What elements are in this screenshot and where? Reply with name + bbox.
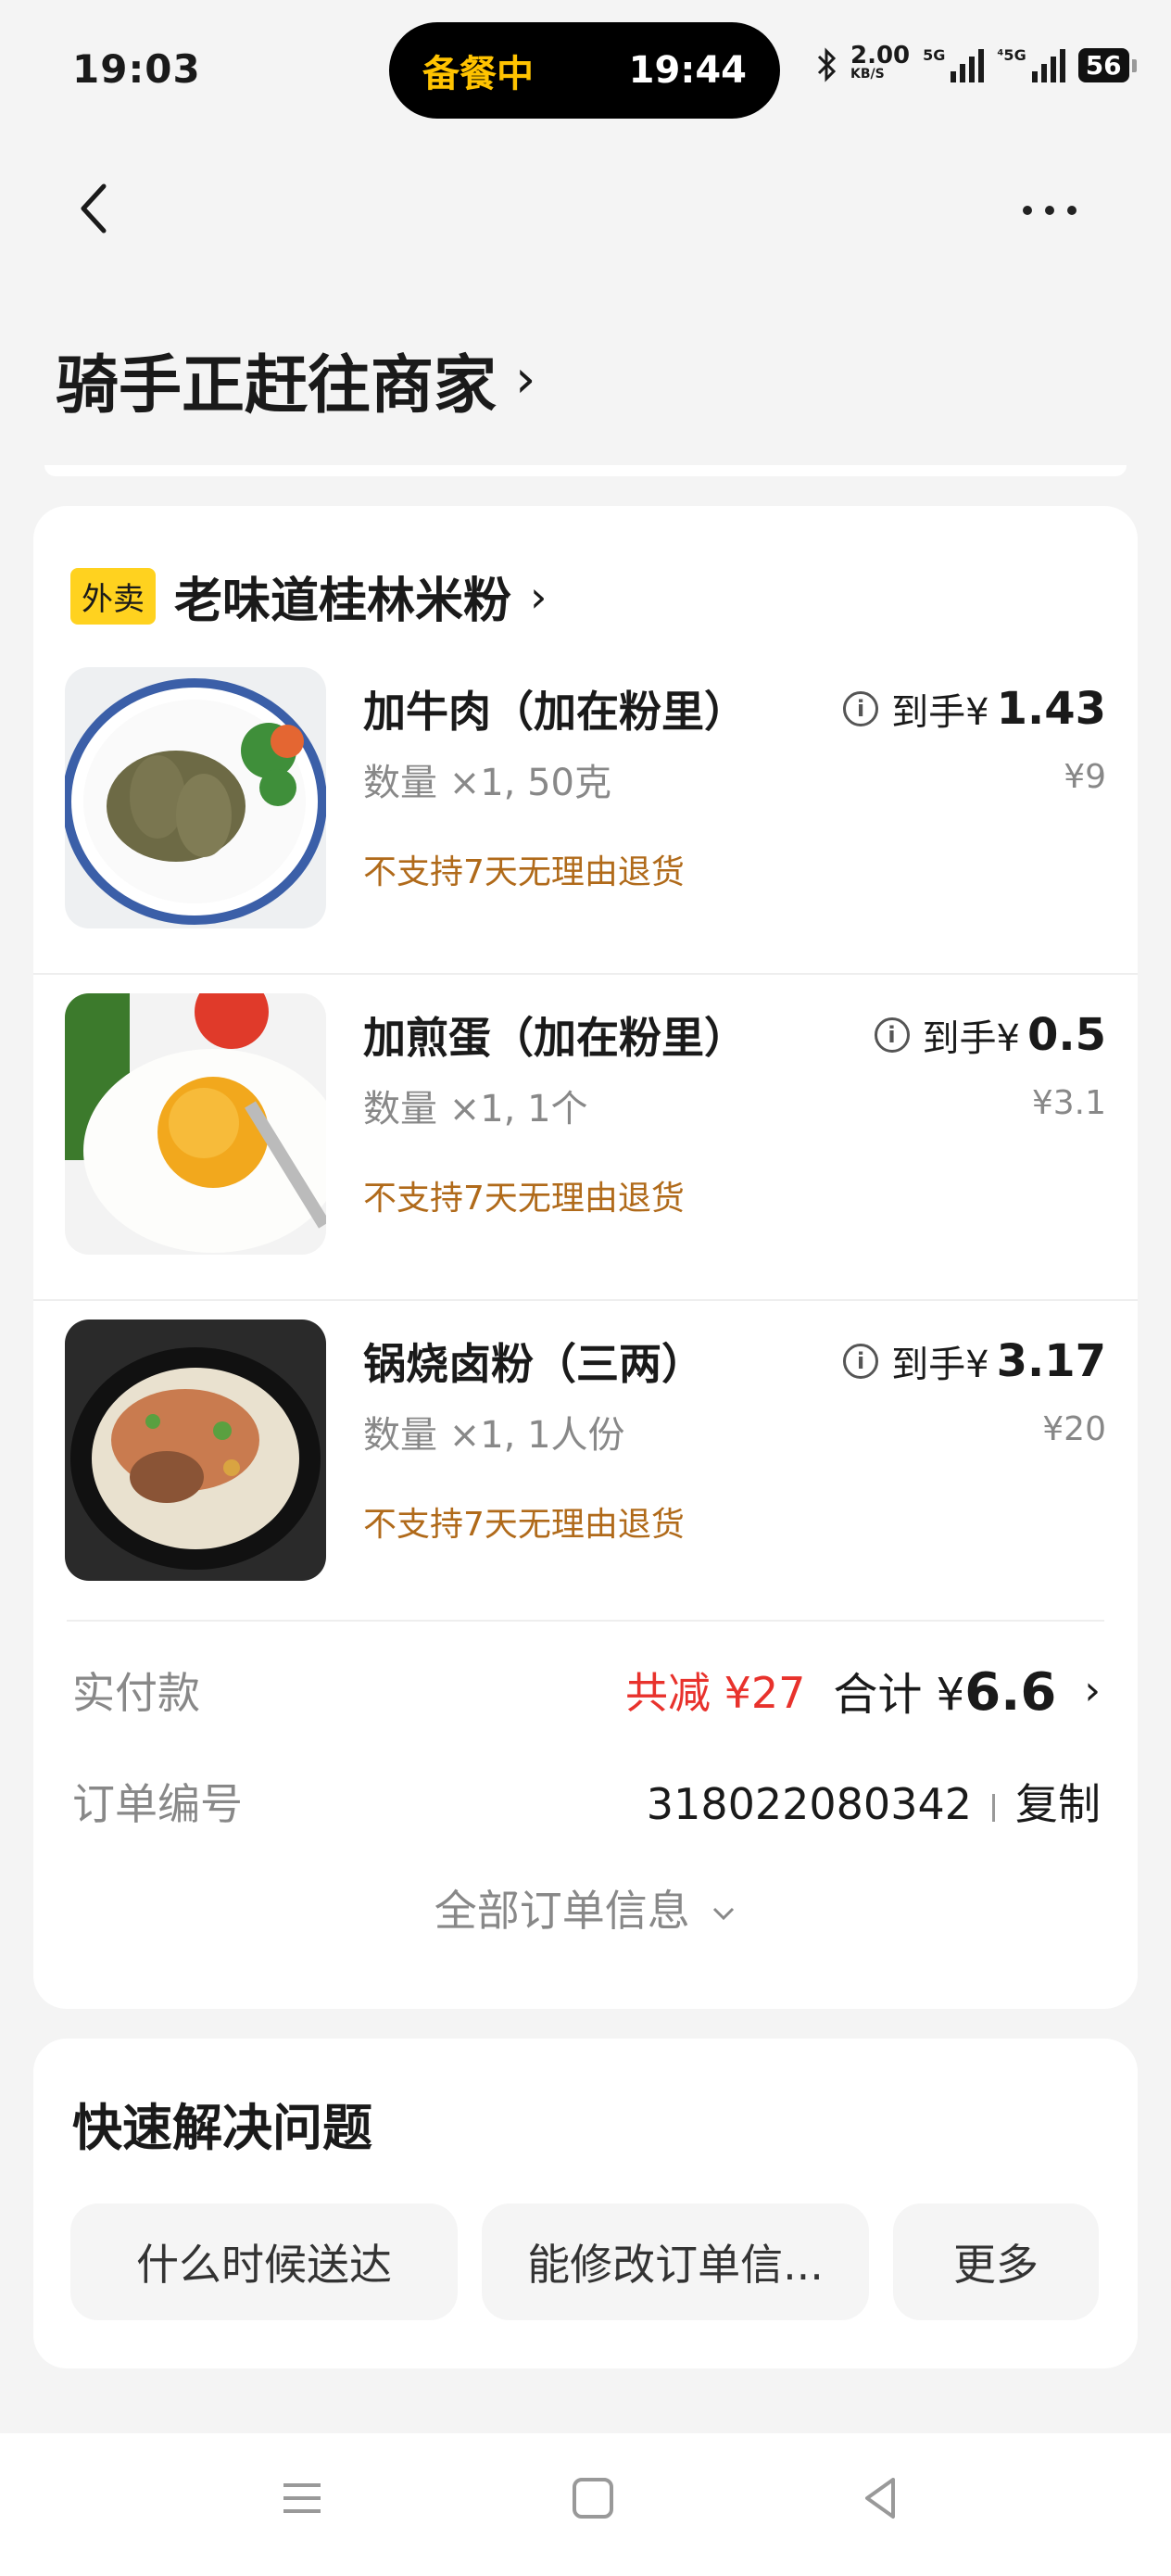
item-original-price: ¥9 [1064,758,1106,796]
order-item[interactable]: 加牛肉（加在粉里） 数量 ×1, 50克 不支持7天无理由退货 i 到手¥ 1.4… [33,645,1138,971]
chip-delivery-time[interactable]: 什么时候送达 [70,2203,458,2320]
item-note: 不支持7天无理由退货 [363,853,685,891]
all-order-info-toggle[interactable]: 全部订单信息 [33,1877,1138,1938]
payment-row[interactable]: 实付款 共减 ¥27 合计 ¥6.6 › [72,1653,1101,1727]
chip-modify-order[interactable]: 能修改订单信... [482,2203,869,2320]
menu-icon[interactable] [272,2469,332,2528]
info-icon[interactable]: i [874,1017,910,1053]
copy-button[interactable]: 复制 [1015,1779,1101,1829]
chevron-down-icon [713,1907,735,1920]
signal-1-label: 5G [923,46,946,64]
status-time: 19:03 [72,46,201,92]
item-price: i 到手¥ 0.5 [874,1008,1106,1062]
quick-help-card: 快速解决问题 什么时候送达 能修改订单信... 更多 [33,2039,1138,2368]
all-order-info-label: 全部订单信息 [434,1886,690,1936]
chip-more[interactable]: 更多 [893,2203,1099,2320]
item-note: 不支持7天无理由退货 [363,1180,685,1218]
price-prefix: 到手¥ [891,1344,989,1386]
fried-egg-image [65,993,326,1255]
more-icon[interactable] [1023,206,1077,215]
total-value: 6.6 [964,1662,1057,1723]
home-icon[interactable] [563,2469,623,2528]
order-item[interactable]: 加煎蛋（加在粉里） 数量 ×1, 1个 不支持7天无理由退货 i 到手¥ 0.5 … [33,971,1138,1297]
price-value: 0.5 [1026,1009,1106,1061]
beef-dish-image [65,667,326,928]
item-qty: 数量 ×1, 1人份 [363,1414,625,1457]
price-prefix: 到手¥ [891,691,989,734]
price-prefix: 到手¥ [922,1017,1020,1060]
order-number-label: 订单编号 [72,1779,243,1829]
order-number-row: 订单编号 318022080342 复制 [72,1764,1101,1838]
system-nav-bar [0,2433,1171,2576]
item-original-price: ¥3.1 [1031,1084,1106,1122]
item-original-price: ¥20 [1042,1410,1106,1448]
item-price: i 到手¥ 1.43 [843,682,1106,736]
item-qty: 数量 ×1, 1个 [363,1088,588,1130]
page-title[interactable]: 骑手正赶往商家 › [56,334,535,425]
chevron-right-icon: › [1084,1666,1101,1714]
bluetooth-icon [817,47,837,82]
delivery-badge: 外卖 [70,568,156,625]
order-card: 外卖 老味道桂林米粉 › 加牛肉（加在粉里） 数量 ×1, 50克 不支持7天无… [33,506,1138,2009]
signal-2-icon [1031,47,1065,82]
pill-time: 19:44 [628,49,747,92]
item-price: i 到手¥ 3.17 [843,1334,1106,1388]
back-nav-icon[interactable] [852,2469,912,2528]
order-number-value: 318022080342 [646,1779,972,1829]
battery-icon: 56 [1077,47,1137,82]
chevron-right-icon: › [515,349,536,410]
info-icon[interactable]: i [843,691,879,726]
signal-2-label: ⁴5G [997,46,1026,64]
shop-name: 老味道桂林米粉 [174,574,512,629]
discount-amount: 共减 ¥27 [624,1668,806,1718]
price-value: 1.43 [996,683,1106,735]
signal-1-icon [951,47,985,82]
net-speed-value: 2.00 [850,42,911,69]
item-name: 加牛肉（加在粉里） [363,687,747,737]
shop-header[interactable]: 外卖 老味道桂林米粉 › [70,562,547,631]
net-speed-unit: KB/S [850,67,885,82]
total-amount: 合计 ¥6.6 [833,1658,1056,1723]
separator [992,1793,995,1822]
total-label: 合计 ¥ [833,1669,965,1721]
item-name: 加煎蛋（加在粉里） [363,1013,747,1063]
noodle-dish-image [65,1320,326,1581]
item-name: 锅烧卤粉（三两） [363,1339,704,1389]
order-item[interactable]: 锅烧卤粉（三两） 数量 ×1, 1人份 不支持7天无理由退货 i 到手¥ 3.17… [33,1297,1138,1623]
price-value: 3.17 [996,1335,1106,1387]
status-icons: 2.00 KB/S 5G ⁴5G 56 [815,42,1137,83]
card-stub [44,465,1127,476]
net-speed: 2.00 KB/S [850,42,911,83]
payment-label: 实付款 [72,1668,200,1718]
pill-label: 备餐中 [422,53,534,95]
item-note: 不支持7天无理由退货 [363,1506,685,1544]
divider [67,1620,1104,1622]
back-icon[interactable] [74,181,111,236]
info-icon[interactable]: i [843,1344,879,1379]
quick-help-title: 快速解决问题 [72,2099,372,2157]
page-title-text: 骑手正赶往商家 [56,349,497,423]
live-activity-pill[interactable]: 备餐中 19:44 [389,22,780,119]
item-qty: 数量 ×1, 50克 [363,762,612,804]
chevron-right-icon: › [530,571,548,622]
